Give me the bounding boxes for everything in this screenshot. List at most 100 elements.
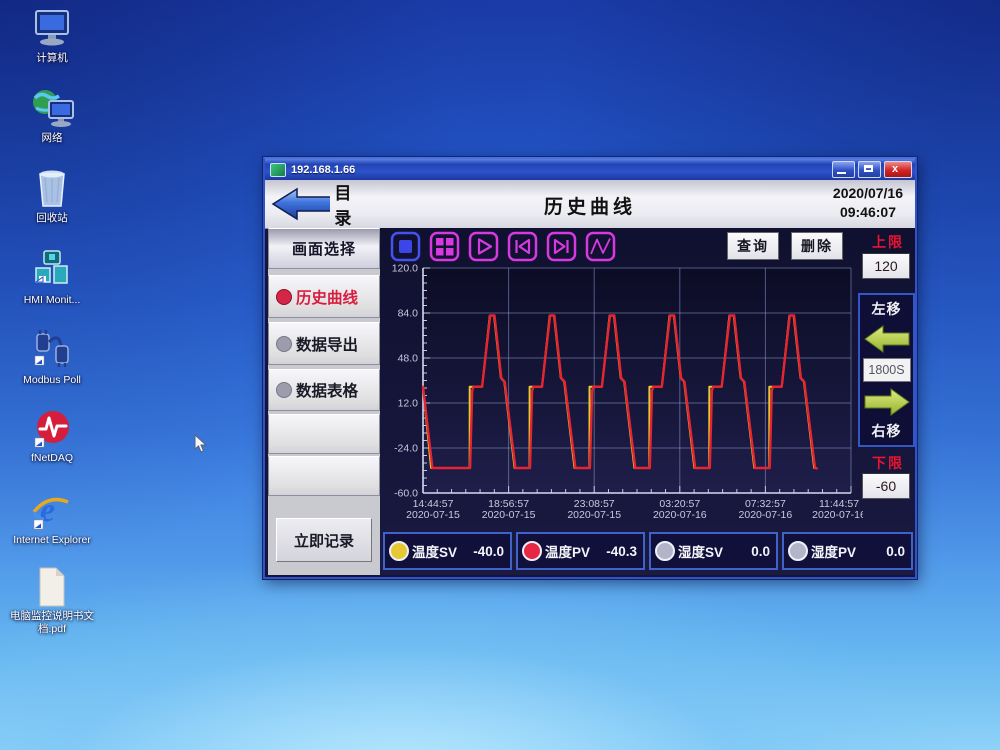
svg-text:-24.0: -24.0 [394,443,418,455]
legend-value: -40.0 [473,544,506,559]
titlebar[interactable]: 192.168.1.66 x [265,159,915,180]
legend-item-humidity-pv: 湿度PV 0.0 [782,532,913,570]
legend-item-temp-sv: 温度SV -40.0 [383,532,512,570]
content-area: 查询 删除 上限 120 120.084.048.012.0-24.0-60.0… [380,228,915,575]
pan-right-arrow-button[interactable] [864,386,910,418]
pdf-document-icon [33,566,71,608]
time-text: 09:46:07 [833,203,903,222]
svg-text:2020-07-16: 2020-07-16 [653,509,707,521]
legend-label: 湿度SV [678,541,723,561]
sidebar-item-history-curve[interactable]: 历史曲线 [268,275,380,318]
svg-text:2020-07-15: 2020-07-15 [482,509,536,521]
sidebar-empty-row [268,456,380,496]
sidebar-item-label: 数据表格 [296,379,358,401]
sidebar-item-data-export[interactable]: 数据导出 [268,322,380,365]
sidebar-item-label: 数据导出 [296,333,358,355]
pan-interval-value[interactable]: 1800S [863,358,911,382]
close-icon: x [892,163,898,175]
curve-view-button[interactable] [585,231,616,262]
desktop-icon-recycle-bin[interactable]: 回收站 [10,166,94,225]
upper-limit-value[interactable]: 120 [862,253,910,279]
svg-text:48.0: 48.0 [398,353,419,365]
svg-text:2020-07-15: 2020-07-15 [406,509,460,521]
internet-explorer-icon: e [30,490,74,532]
header-band: 目录 历史曲线 2020/07/16 09:46:07 [265,180,915,229]
legend-item-humidity-sv: 湿度SV 0.0 [649,532,778,570]
desktop-icon-computer[interactable]: 计算机 [10,8,94,65]
svg-text:2020-07-16: 2020-07-16 [739,509,793,521]
legend-value: -40.3 [606,544,639,559]
legend-label: 温度SV [412,541,457,561]
maximize-button[interactable] [858,161,881,178]
desktop-icon-network[interactable]: 网络 [10,88,94,145]
pan-right-label: 右移 [872,421,902,441]
legend-label: 湿度PV [811,541,856,561]
svg-text:2020-07-15: 2020-07-15 [567,509,621,521]
close-button[interactable]: x [884,161,912,178]
grid-view-button[interactable] [429,231,460,262]
desktop-icon-internet-explorer[interactable]: e Internet Explorer [10,490,94,547]
query-button[interactable]: 查询 [727,232,779,260]
desktop-icon-modbus-poll[interactable]: Modbus Poll [10,328,94,387]
recycle-bin-icon [32,166,72,210]
stop-view-button[interactable] [390,231,421,262]
hmi-monitor-icon [32,250,72,292]
network-icon [29,88,75,130]
svg-text:84.0: 84.0 [398,308,419,320]
modbus-poll-icon [31,328,73,372]
legend-value: 0.0 [886,544,907,559]
lower-limit-label: 下限 [864,453,912,473]
radio-dot-icon [276,289,292,305]
page-title: 历史曲线 [265,192,915,219]
desktop-icon-label: 电脑监控说明书文档.pdf [10,610,94,635]
window-title: 192.168.1.66 [291,164,829,176]
legend-color-dot [788,541,808,561]
desktop-icon-hmi-monitor[interactable]: HMI Monit... [10,250,94,307]
legend-color-dot [522,541,542,561]
sidebar-item-label: 历史曲线 [296,286,358,308]
svg-text:12.0: 12.0 [398,398,419,410]
svg-text:2020-07-16: 2020-07-16 [812,509,863,521]
minimize-button[interactable] [832,161,855,178]
desktop-icon-label: HMI Monit... [10,294,94,307]
play-button[interactable] [468,231,499,262]
computer-icon [30,8,74,50]
legend-item-temp-pv: 温度PV -40.3 [516,532,645,570]
record-now-button[interactable]: 立即记录 [276,518,372,562]
sidebar-header: 画面选择 [268,228,380,269]
desktop-icon-pdf-document[interactable]: 电脑监控说明书文档.pdf [10,566,94,635]
desktop-icon-label: 计算机 [10,52,94,65]
pan-panel: 左移 1800S 右移 [858,293,915,447]
datetime: 2020/07/16 09:46:07 [833,184,903,222]
delete-button[interactable]: 删除 [791,232,843,260]
pan-left-label: 左移 [872,299,902,319]
app-icon [270,163,286,177]
date-text: 2020/07/16 [833,184,903,203]
legend-color-dot [389,541,409,561]
desktop-icon-label: Internet Explorer [10,534,94,547]
sidebar-empty-row [268,414,380,454]
desktop-icon-label: 网络 [10,132,94,145]
legend-value: 0.0 [751,544,772,559]
history-chart: 120.084.048.012.0-24.0-60.014:44:572020-… [385,262,863,524]
minimize-icon [837,172,846,174]
fnetdaq-icon [31,408,73,450]
skip-back-button[interactable] [507,231,538,262]
lower-limit-value[interactable]: -60 [862,473,910,499]
desktop-icon-label: 回收站 [10,212,94,225]
radio-dot-icon [276,382,292,398]
upper-limit-label: 上限 [864,232,912,252]
skip-forward-button[interactable] [546,231,577,262]
legend-color-dot [655,541,675,561]
maximize-icon [864,165,873,172]
desktop-icon-label: Modbus Poll [10,374,94,387]
pan-left-arrow-button[interactable] [864,323,910,355]
mouse-cursor [194,434,210,454]
hmi-window: 192.168.1.66 x 目录 历史曲线 2020/07/16 09:46:… [263,157,917,579]
sidebar-item-data-table[interactable]: 数据表格 [268,369,380,411]
desktop-icon-fnetdaq[interactable]: fNetDAQ [10,408,94,465]
radio-dot-icon [276,336,292,352]
legend-label: 温度PV [545,541,590,561]
svg-text:120.0: 120.0 [392,263,418,275]
desktop-icon-label: fNetDAQ [10,452,94,465]
